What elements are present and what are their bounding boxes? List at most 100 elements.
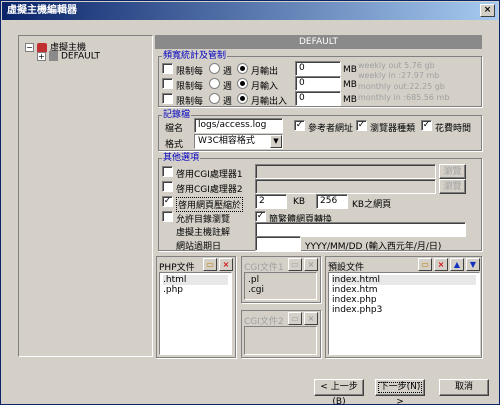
cgi2-folder-icon[interactable]: ▭ [288,312,302,325]
compress-checkbox[interactable]: ✓ [162,196,173,207]
php-folder-icon[interactable]: ▭ [203,258,217,271]
bandwidth-label: 頻寬統計及管制 [162,51,228,61]
week-label-2: 週 [223,82,233,92]
week-label-1: 週 [223,67,233,77]
dirbrowse-checkbox[interactable] [162,211,173,222]
title-bar: 虛擬主機編輯器 × [2,2,498,20]
limit-label-1: 限制每 [176,67,204,77]
cancel-button[interactable]: 取消 [439,379,489,396]
cgi1-list[interactable]: .pl .cgi [244,272,317,300]
convert-checkbox[interactable]: ✓ [255,211,266,222]
cgi2-delete-icon[interactable]: × [304,312,318,325]
week-radio-3[interactable] [209,93,220,104]
month-radio-3[interactable] [237,93,248,104]
collapse-icon[interactable]: − [25,43,34,52]
limit-checkbox-3[interactable] [162,93,173,104]
time-checkbox[interactable]: ✓ [421,120,432,131]
unit-label-2: MB [343,80,357,90]
list-item[interactable]: .pl [248,275,313,285]
move-down-icon[interactable]: ▼ [466,258,480,271]
list-item[interactable]: index.html [332,275,476,285]
editor-window: 虛擬主機編輯器 × − 虛擬主機 + DEFAULT DEFAULT 頻寬統計及管制… [0,0,500,407]
cgi1-browse-button[interactable]: 瀏覽 [439,164,466,179]
window-title: 虛擬主機編輯器 [7,5,77,16]
expire-hint: YYYY/MM/DD (輸入西元年/月/日) [305,242,442,252]
log-file-input[interactable]: logs/access.log [194,118,283,133]
format-value: W3C相容格式 [198,136,255,146]
cgi1-path-input [255,164,436,179]
list-item[interactable]: index.htm [332,285,476,295]
log-label: 記錄檔 [162,110,192,120]
tree-item-default[interactable]: + DEFAULT [37,51,100,62]
referrer-label: 參考者網址 [308,124,354,134]
list-item[interactable]: .html [163,275,228,285]
unit-label-3: MB [343,95,357,105]
limit-input-3[interactable]: 0 [295,91,341,106]
unit-label-1: MB [343,65,357,75]
month-label-2: 月輸入 [251,82,279,92]
time-label: 花費時間 [435,124,472,134]
chevron-down-icon[interactable]: ▼ [270,135,282,148]
browser-checkbox[interactable]: ✓ [356,120,367,131]
cgi2-list[interactable] [244,326,317,355]
kb-page-label: KB之網頁 [352,200,392,210]
php-panel: PHP文件 ▭ × .html .php [156,256,236,358]
comment-input[interactable] [255,222,466,237]
month-radio-1[interactable] [237,63,248,74]
browser-label: 瀏覽器種類 [370,124,416,134]
limit-input-2[interactable]: 0 [295,76,341,91]
cgi1-checkbox[interactable] [162,166,173,177]
cgi2-browse-button[interactable]: 瀏覽 [439,179,466,194]
kb-label: KB [293,197,306,207]
php-delete-icon[interactable]: × [219,258,233,271]
default-delete-icon[interactable]: × [434,258,448,271]
php-list[interactable]: .html .php [159,272,232,355]
move-up-icon[interactable]: ▲ [450,258,464,271]
dirbrowse-label: 允許目錄瀏覽 [176,215,231,225]
file-label: 檔名 [165,124,184,134]
prev-button[interactable]: < 上一步(B) [314,379,364,407]
expire-input[interactable] [255,236,301,251]
compress-max-input[interactable]: 256 [316,194,348,209]
limit-checkbox-1[interactable] [162,63,173,74]
expand-icon[interactable]: + [37,51,46,61]
section-header: DEFAULT [155,35,482,49]
list-item[interactable]: index.php [332,295,476,305]
other-label: 其他選項 [162,153,201,163]
cgi2-path-input [255,179,436,194]
month-label-1: 月輸出 [251,67,279,77]
expire-label: 網站過期日 [176,242,222,252]
cgi2-panel: CGI文件2 ▭ × [241,310,321,358]
close-button[interactable]: × [480,4,495,17]
limit-input-1[interactable]: 0 [295,61,341,76]
limit-label-2: 限制每 [176,82,204,92]
format-select[interactable]: W3C相容格式 ▼ [194,134,283,149]
cgi1-delete-icon[interactable]: × [304,258,318,271]
week-label-3: 週 [223,97,233,107]
host-tree: − 虛擬主機 + DEFAULT [18,35,153,357]
cgi1-panel: CGI文件1 ▭ × .pl .cgi [241,256,321,303]
stat-monthly-in: monthly in :685.56 mb [358,93,450,102]
month-label-3: 月輸出入 [251,97,288,107]
list-item[interactable]: index.php3 [332,305,476,315]
default-folder-icon[interactable]: ▭ [418,258,432,271]
limit-checkbox-2[interactable] [162,78,173,89]
default-list[interactable]: index.html index.htm index.php index.php… [328,272,480,355]
next-button[interactable]: 下一步(N) > [375,379,425,407]
month-radio-2[interactable] [237,78,248,89]
cgi1-folder-icon[interactable]: ▭ [288,258,302,271]
list-item[interactable]: .php [163,285,228,295]
cgi2-label: 啓用CGI處理器2 [176,185,243,195]
list-item[interactable]: .cgi [248,285,313,295]
stat-weekly-out: weekly out 5.76 gb [358,61,435,70]
compress-min-input[interactable]: 2 [255,194,287,209]
default-panel: 預設文件 ▭ × ▲ ▼ index.html index.htm index.… [325,256,482,358]
format-label: 格式 [165,140,184,150]
week-radio-1[interactable] [209,63,220,74]
host-icon [49,51,58,61]
stat-monthly-out: monthly out:22.25 gb [358,82,445,91]
week-radio-2[interactable] [209,78,220,89]
compress-label: 啓用網頁壓縮於 [176,197,244,212]
referrer-checkbox[interactable]: ✓ [294,120,305,131]
cgi2-checkbox[interactable] [162,181,173,192]
